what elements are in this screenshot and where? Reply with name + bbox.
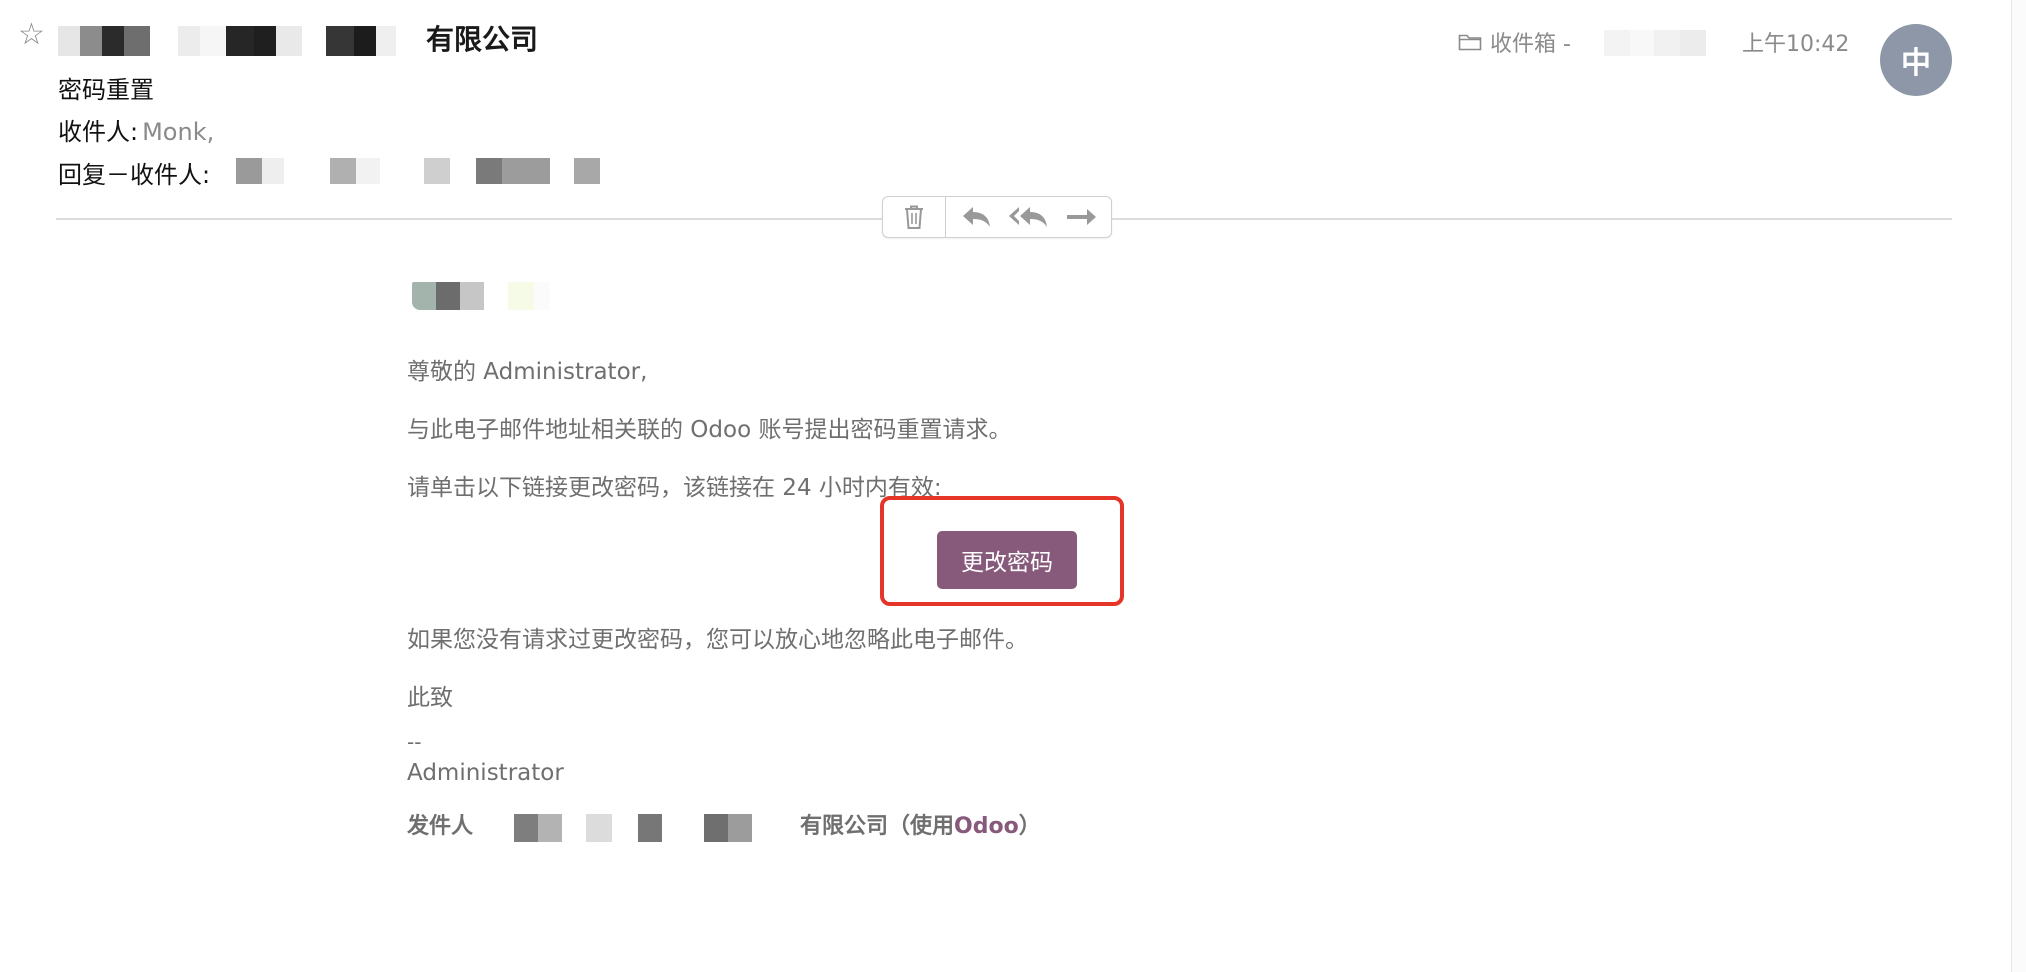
forward-button[interactable]: [1065, 204, 1097, 230]
delete-button[interactable]: [883, 197, 946, 237]
recipient-label: 收件人:: [58, 118, 139, 146]
recipient-value[interactable]: Monk,: [142, 118, 214, 146]
reply-to-label: 回复－收件人:: [58, 161, 211, 189]
signature-name: Administrator: [407, 760, 564, 786]
reply-all-icon: [1009, 207, 1048, 227]
reply-icon: [962, 207, 990, 227]
reply-button[interactable]: [960, 204, 992, 230]
redacted-footer-company: [490, 814, 800, 842]
email-view: ☆ 有限公司 密码重置 收件人: Monk, 回复－收件人: 收件箱 - 上午1…: [0, 0, 2026, 972]
regards: 此致: [407, 685, 453, 711]
reset-request-text: 与此电子邮件地址相关联的 Odoo 账号提出密码重置请求。: [407, 417, 1012, 443]
forward-icon: [1067, 209, 1097, 225]
footer-suffix-text: 有限公司（使用: [800, 814, 955, 839]
change-password-button[interactable]: 更改密码: [937, 531, 1077, 589]
footer-sender-label: 发件人: [407, 814, 474, 839]
trash-icon: [905, 205, 923, 229]
link-instruction-text: 请单击以下链接更改密码，该链接在 24 小时内有效:: [407, 475, 942, 501]
redacted-reply-to-address: [236, 158, 642, 184]
sender-name: 有限公司: [426, 23, 539, 56]
footer-company: 有限公司（使用Odoo）: [800, 808, 1041, 840]
avatar[interactable]: 中: [1880, 24, 1952, 96]
odoo-link[interactable]: Odoo: [954, 814, 1019, 839]
greeting: 尊敬的 Administrator,: [407, 359, 648, 385]
footer-close: ）: [1018, 814, 1041, 839]
folder-location[interactable]: 收件箱 -: [1458, 26, 1571, 58]
message-toolbar: [882, 196, 1112, 238]
redacted-sender-name: [58, 26, 412, 56]
email-time: 上午10:42: [1742, 32, 1850, 57]
folder-icon: [1458, 34, 1482, 51]
redacted-account-name: [1604, 30, 1706, 56]
scrollbar-track[interactable]: [2011, 0, 2026, 972]
recipient-row: 收件人: Monk,: [58, 112, 214, 147]
folder-label: 收件箱 -: [1490, 32, 1571, 57]
company-logo: [412, 282, 572, 310]
star-icon[interactable]: ☆: [18, 20, 45, 50]
ignore-note: 如果您没有请求过更改密码，您可以放心地忽略此电子邮件。: [407, 627, 1028, 653]
email-subject: 密码重置: [58, 76, 154, 104]
reply-all-button[interactable]: [1007, 204, 1049, 230]
signature-separator: --: [407, 730, 422, 754]
reply-to-row: 回复－收件人:: [58, 155, 210, 190]
